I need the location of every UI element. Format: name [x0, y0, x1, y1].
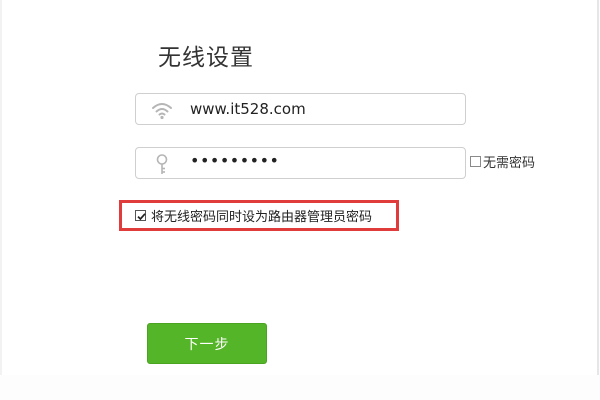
- admin-password-checkbox[interactable]: [135, 209, 146, 221]
- next-button[interactable]: 下一步: [147, 323, 267, 364]
- admin-password-label: 将无线密码同时设为路由器管理员密码: [151, 209, 373, 225]
- wifi-icon: [150, 99, 174, 121]
- ssid-value: www.it528.com: [190, 100, 306, 118]
- password-input[interactable]: •••••••••: [135, 147, 466, 179]
- no-password-label: 无需密码: [483, 155, 536, 171]
- password-value: •••••••••: [190, 151, 280, 170]
- left-edge: [0, 0, 2, 400]
- no-password-checkbox[interactable]: [470, 155, 481, 167]
- key-icon: [150, 153, 174, 175]
- no-password-option[interactable]: 无需密码: [470, 153, 536, 171]
- page-title: 无线设置: [158, 45, 254, 71]
- right-edge: [597, 0, 599, 376]
- ssid-input[interactable]: www.it528.com: [135, 93, 466, 125]
- admin-password-option[interactable]: 将无线密码同时设为路由器管理员密码: [135, 207, 373, 225]
- bottom-strip: [0, 375, 600, 400]
- checkmark-icon: [137, 212, 146, 220]
